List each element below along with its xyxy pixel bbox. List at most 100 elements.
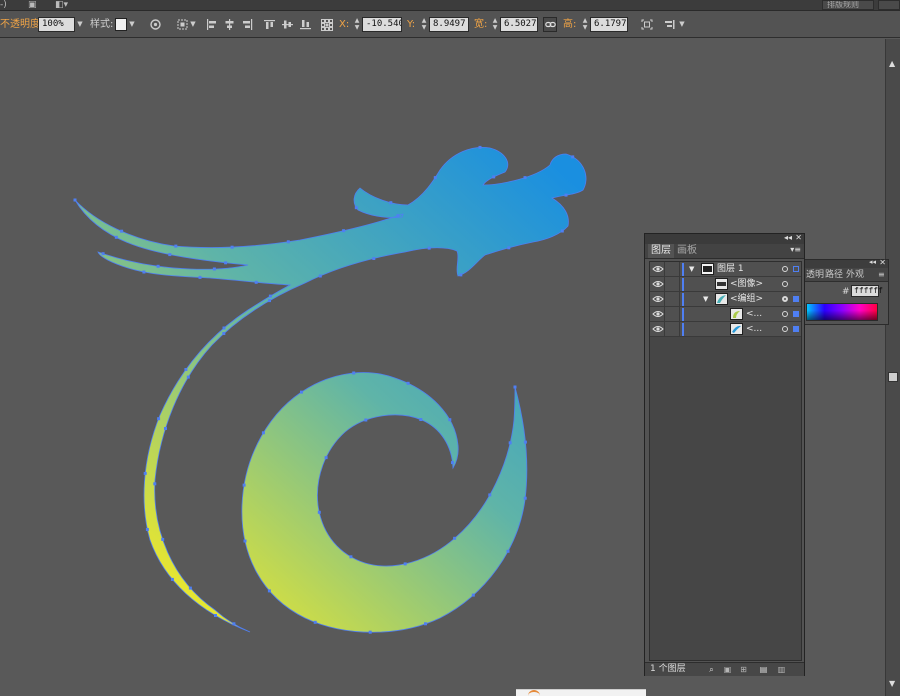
- layer-row-group[interactable]: ▼ <编组>: [650, 292, 801, 307]
- isolate-group-icon[interactable]: [664, 17, 678, 32]
- align-left-icon[interactable]: [204, 17, 218, 32]
- tab-transparency[interactable]: 透明: [806, 269, 824, 281]
- width-input[interactable]: 6.5027 c: [500, 17, 538, 32]
- layer-row-path[interactable]: <...: [650, 307, 801, 322]
- align-middle-icon[interactable]: [280, 17, 294, 32]
- anchor-point[interactable]: [406, 381, 410, 385]
- anchor-point[interactable]: [300, 390, 303, 394]
- align-top-icon[interactable]: [262, 17, 276, 32]
- anchor-point[interactable]: [161, 537, 165, 541]
- expand-triangle-icon[interactable]: ▼: [703, 293, 708, 305]
- layer-name[interactable]: 图层 1: [717, 262, 744, 276]
- anchor-point[interactable]: [424, 622, 427, 626]
- anchor-point[interactable]: [368, 630, 372, 634]
- anchor-point[interactable]: [433, 176, 437, 180]
- anchor-point[interactable]: [506, 549, 510, 553]
- anchor-point[interactable]: [523, 440, 527, 444]
- tab-paths[interactable]: 路径: [825, 269, 843, 281]
- anchor-point[interactable]: [261, 431, 265, 435]
- anchor-point[interactable]: [448, 418, 452, 422]
- color-panel-titlebar[interactable]: ◂◂ ✕: [804, 258, 888, 268]
- anchor-point[interactable]: [471, 593, 475, 597]
- taskbar-app-icon[interactable]: [528, 690, 540, 696]
- anchor-point[interactable]: [508, 441, 512, 445]
- recolor-artwork-icon[interactable]: [148, 17, 162, 32]
- dragon-tail-shape[interactable]: [241, 372, 528, 633]
- visibility-eye-icon[interactable]: [651, 322, 665, 336]
- anchor-point[interactable]: [143, 471, 147, 475]
- anchor-point[interactable]: [342, 229, 346, 233]
- height-stepper-icon[interactable]: ▲ ▼: [581, 17, 589, 32]
- close-icon[interactable]: ✕: [879, 258, 886, 267]
- anchor-point[interactable]: [286, 240, 290, 244]
- opacity-label[interactable]: 不透明度: [0, 17, 40, 32]
- anchor-point[interactable]: [513, 385, 517, 389]
- lock-toggle[interactable]: [666, 277, 680, 291]
- anchor-point[interactable]: [352, 371, 356, 375]
- anchor-point[interactable]: [198, 275, 202, 279]
- anchor-point[interactable]: [242, 483, 246, 487]
- anchor-point[interactable]: [419, 418, 423, 421]
- anchor-point[interactable]: [153, 482, 157, 486]
- anchor-point[interactable]: [364, 418, 368, 422]
- opacity-dropdown-icon[interactable]: ▼: [75, 17, 85, 32]
- lock-toggle[interactable]: [666, 307, 680, 321]
- anchor-point[interactable]: [156, 264, 160, 268]
- anchor-point[interactable]: [168, 253, 172, 257]
- anchor-point[interactable]: [313, 620, 317, 624]
- panel-menu-icon[interactable]: ≡: [878, 269, 885, 281]
- layer-name[interactable]: <编组>: [730, 292, 763, 306]
- target-circle-icon[interactable]: [782, 296, 788, 302]
- anchor-point[interactable]: [170, 577, 174, 581]
- anchor-point[interactable]: [114, 235, 118, 239]
- x-stepper-icon[interactable]: ▲ ▼: [353, 17, 361, 32]
- tab-appearance[interactable]: 外观: [846, 269, 864, 281]
- create-sublayer-icon[interactable]: ⊞: [739, 665, 748, 674]
- layer-row-layer-1[interactable]: ▼ 图层 1: [650, 262, 801, 277]
- target-circle-icon[interactable]: [782, 326, 788, 332]
- selection-indicator[interactable]: [793, 326, 799, 332]
- visibility-eye-icon[interactable]: [651, 262, 665, 276]
- anchor-point[interactable]: [243, 539, 247, 543]
- anchor-point[interactable]: [403, 562, 407, 566]
- anchor-point[interactable]: [451, 461, 454, 465]
- anchor-point[interactable]: [174, 244, 178, 248]
- anchor-point[interactable]: [145, 528, 149, 531]
- graphic-style-dropdown-icon[interactable]: ▼: [127, 17, 137, 32]
- collapse-icon[interactable]: ◂◂: [869, 258, 876, 266]
- anchor-point[interactable]: [101, 252, 105, 256]
- hex-color-input[interactable]: ffffff: [851, 285, 883, 297]
- anchor-point[interactable]: [212, 267, 216, 271]
- delete-layer-icon[interactable]: ▥: [777, 665, 786, 674]
- anchor-point[interactable]: [188, 586, 192, 590]
- target-circle-icon[interactable]: [782, 281, 788, 287]
- anchor-point[interactable]: [389, 201, 393, 205]
- anchor-point[interactable]: [372, 257, 376, 260]
- anchor-point[interactable]: [214, 614, 217, 617]
- arrange-documents-icon[interactable]: ◧▾: [55, 0, 68, 10]
- visibility-eye-icon[interactable]: [651, 307, 665, 321]
- anchor-point[interactable]: [354, 206, 358, 210]
- anchor-point[interactable]: [488, 493, 492, 497]
- anchor-point[interactable]: [230, 245, 234, 249]
- constrain-proportions-link-icon[interactable]: [543, 17, 557, 32]
- scrollbar-thumb[interactable]: [888, 372, 898, 382]
- lock-toggle[interactable]: [666, 322, 680, 336]
- opacity-input[interactable]: 100%: [38, 17, 75, 32]
- anchor-point[interactable]: [318, 274, 322, 278]
- create-new-layer-icon[interactable]: ▤: [759, 665, 768, 674]
- anchor-point[interactable]: [317, 510, 321, 514]
- anchor-point[interactable]: [186, 375, 190, 379]
- anchor-point[interactable]: [324, 456, 328, 460]
- anchor-point[interactable]: [268, 299, 271, 303]
- height-input[interactable]: 6.1797 c: [590, 17, 628, 32]
- anchor-point[interactable]: [459, 273, 463, 277]
- anchor-point[interactable]: [396, 214, 400, 218]
- anchor-point[interactable]: [492, 175, 496, 179]
- anchor-point[interactable]: [453, 536, 457, 540]
- anchor-point[interactable]: [507, 246, 511, 250]
- align-center-icon[interactable]: [222, 17, 236, 32]
- graphic-style-swatch[interactable]: [115, 18, 127, 31]
- search-input[interactable]: [878, 0, 900, 10]
- close-icon[interactable]: ✕: [795, 233, 802, 242]
